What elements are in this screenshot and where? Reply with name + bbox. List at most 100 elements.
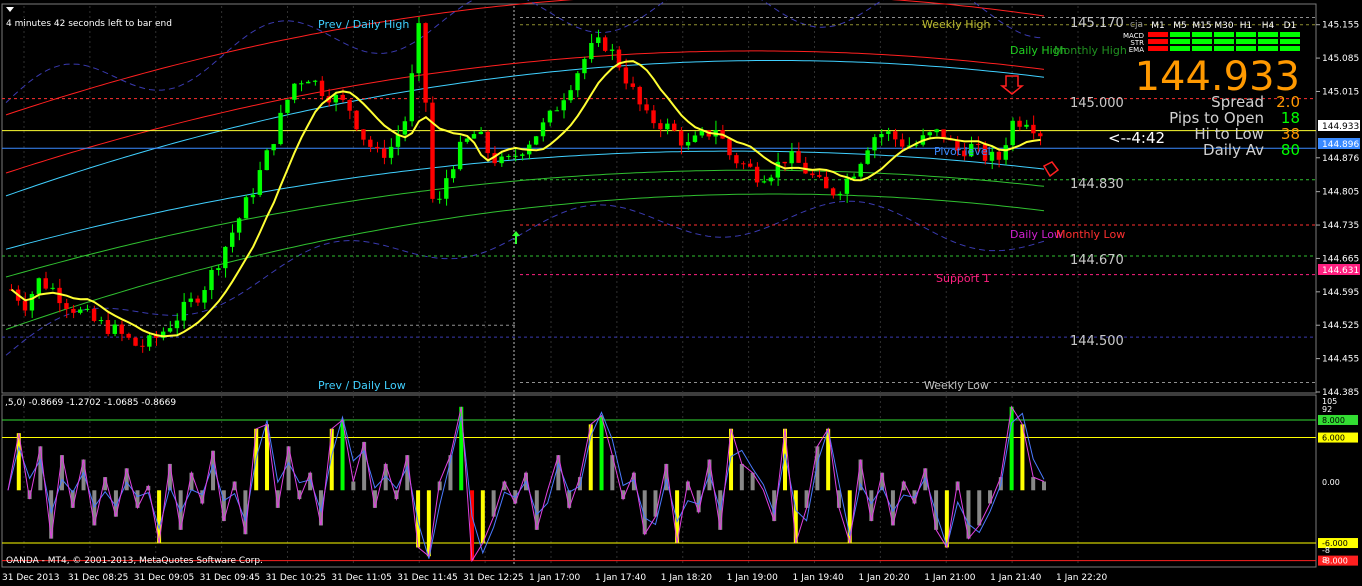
mtf-signal-cell bbox=[1214, 32, 1234, 37]
candle-body bbox=[223, 246, 228, 269]
candle-body bbox=[243, 197, 249, 219]
weekly-low-label: Weekly Low bbox=[924, 379, 989, 392]
candle-body bbox=[84, 308, 90, 310]
candle-body bbox=[1003, 145, 1008, 160]
candle-body bbox=[354, 110, 359, 130]
lower-green-band bbox=[5, 193, 1045, 330]
oscillator-axis-tick: 8 bbox=[1322, 556, 1327, 565]
mt4-chart[interactable]: 8.0006.000-6.000-8.000 4 minutes 42 seco… bbox=[0, 0, 1362, 586]
grid-layer bbox=[23, 6, 1079, 565]
candle-body bbox=[292, 83, 297, 100]
round-level-144500: 144.500 bbox=[1070, 334, 1124, 349]
candle-body bbox=[402, 121, 408, 135]
time-axis-label: 1 Jan 21:40 bbox=[990, 573, 1042, 583]
candle-body bbox=[126, 333, 131, 338]
mtf-timeframe-label: M15 bbox=[1192, 21, 1211, 31]
candle-body bbox=[837, 193, 843, 196]
candle-body bbox=[899, 139, 905, 147]
oscillator-bar bbox=[988, 490, 993, 504]
candle-body bbox=[271, 144, 276, 151]
candle-body bbox=[71, 308, 76, 313]
mtf-timeframe-label: D1 bbox=[1284, 21, 1297, 31]
candle-body bbox=[50, 287, 55, 289]
candle-body bbox=[388, 146, 394, 158]
price-tick-label: 145.015 bbox=[1322, 87, 1359, 97]
candle-body bbox=[893, 131, 898, 140]
candle-body bbox=[409, 73, 414, 122]
candle-body bbox=[533, 136, 539, 145]
mtf-signal-cell bbox=[1280, 46, 1300, 51]
candle-body bbox=[685, 141, 691, 146]
candle-body bbox=[823, 176, 829, 189]
oscillator-bar bbox=[793, 490, 798, 544]
time-axis-label: 1 Jan 18:20 bbox=[661, 573, 713, 583]
monthly-high-label: Monthly High bbox=[1054, 44, 1127, 57]
candle-body bbox=[506, 155, 511, 157]
green-up-arrow-icon bbox=[512, 231, 520, 244]
green-band bbox=[5, 169, 1045, 278]
candle-body bbox=[236, 218, 242, 233]
mtf-signal-cell bbox=[1148, 46, 1168, 51]
mtf-timeframe-label: M1 bbox=[1151, 21, 1165, 31]
lower-cyan-band bbox=[5, 150, 1045, 250]
price-tick-label: 144.665 bbox=[1322, 254, 1359, 264]
weekly-high-label: Weekly High bbox=[922, 18, 991, 31]
mtf-signal-cell bbox=[1214, 46, 1234, 51]
candle-body bbox=[167, 328, 173, 332]
oscillator-axis-tick: 0.00 bbox=[1322, 478, 1340, 487]
time-axis-label: 1 Jan 19:00 bbox=[727, 573, 779, 583]
candle-body bbox=[637, 86, 642, 105]
price-tick-label: 144.735 bbox=[1322, 221, 1359, 231]
candle-body bbox=[513, 155, 518, 157]
mtf-signal-cell bbox=[1148, 32, 1168, 37]
candle-body bbox=[865, 150, 870, 164]
price-tick-label: 144.595 bbox=[1322, 288, 1359, 298]
mtf-signal-cell bbox=[1192, 46, 1212, 51]
candle-body bbox=[347, 99, 352, 111]
candle-body bbox=[174, 320, 180, 329]
mtf-signal-cell bbox=[1258, 39, 1278, 44]
round-level-145000: 145.000 bbox=[1070, 96, 1124, 111]
candle-body bbox=[927, 132, 932, 136]
candle-body bbox=[181, 301, 187, 321]
oscillator-frame bbox=[1, 394, 1317, 568]
mtf-timeframe-label: H4 bbox=[1262, 21, 1275, 31]
candle-body bbox=[209, 269, 214, 291]
candle-body bbox=[844, 178, 850, 194]
mtf-row-label: EMA bbox=[1129, 46, 1144, 54]
time-axis-label: 31 Dec 09:45 bbox=[200, 573, 261, 583]
candle-body bbox=[133, 337, 138, 346]
level-lines bbox=[2, 17, 1316, 383]
candle-body bbox=[582, 59, 587, 74]
monthly-low-label: Monthly Low bbox=[1056, 228, 1125, 241]
candle-body bbox=[547, 110, 553, 123]
round-level-144830: 144.830 bbox=[1070, 177, 1124, 192]
current-price-axis-label: 144.933 bbox=[1322, 122, 1359, 132]
price-tick-label: 145.155 bbox=[1322, 21, 1359, 31]
mtf-signal-cell bbox=[1170, 46, 1190, 51]
candle-body bbox=[457, 141, 463, 170]
candle-body bbox=[623, 67, 629, 84]
candle-body bbox=[368, 139, 373, 147]
candle-body bbox=[665, 123, 670, 130]
info-panel: Spread 2.0Pips to Open 18Hi to Low 38Daily … bbox=[1169, 93, 1300, 159]
time-axis: 31 Dec 2013 31 Dec 08:25 31 Dec 09:05 31 De… bbox=[2, 573, 1108, 583]
oscillator-bar bbox=[653, 490, 658, 517]
time-axis-label: 31 Dec 09:05 bbox=[134, 573, 195, 583]
candle-body bbox=[589, 43, 594, 60]
time-axis-label: 1 Jan 22:20 bbox=[1056, 573, 1108, 583]
candle-body bbox=[140, 345, 145, 347]
candle-body bbox=[872, 137, 877, 151]
chart-menu-triangle-icon[interactable] bbox=[6, 7, 14, 12]
mtf-signal-cell bbox=[1214, 39, 1234, 44]
candle-body bbox=[644, 104, 649, 111]
candle-body bbox=[29, 294, 35, 311]
candle-body bbox=[858, 163, 863, 177]
mtf-signal-cell bbox=[1192, 32, 1212, 37]
candle-body bbox=[340, 94, 345, 100]
oscillator-bar bbox=[1031, 477, 1036, 491]
candle-body bbox=[1010, 120, 1015, 146]
candle-body bbox=[112, 324, 118, 334]
mtf-signal-cell bbox=[1236, 39, 1256, 44]
candle-body bbox=[748, 163, 753, 167]
